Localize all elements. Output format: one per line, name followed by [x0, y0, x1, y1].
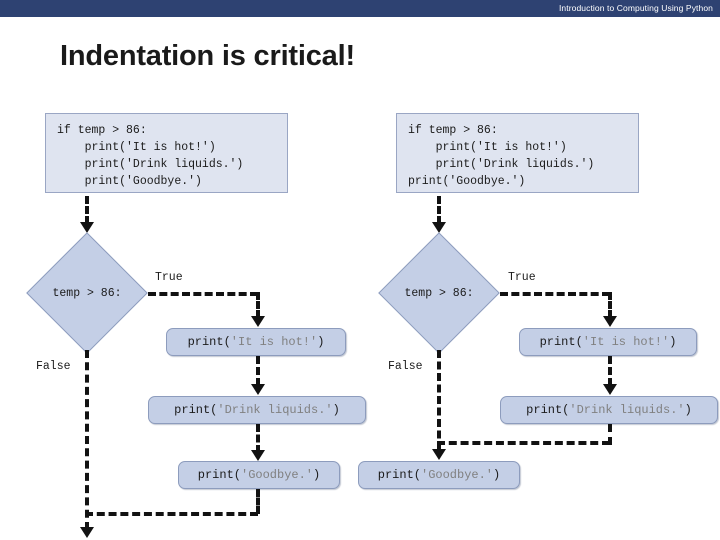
- node-arg-text: 'It is hot!': [582, 335, 670, 349]
- node-close-text: ): [317, 335, 325, 349]
- process-node-print-goodbye-left: print('Goodbye.'): [178, 461, 340, 489]
- arrowhead-into-node2-right: [603, 384, 617, 395]
- connector-code-to-decision-right: [437, 196, 441, 224]
- process-node-print-drink-left: print('Drink liquids.'): [148, 396, 366, 424]
- header-title: Introduction to Computing Using Python: [558, 3, 713, 13]
- node-call-text: print(: [526, 403, 570, 417]
- connector-node1-to-node2-left: [256, 356, 260, 386]
- branch-label-false-right: False: [388, 360, 423, 373]
- connector-merge-horizontal-right: [437, 441, 610, 445]
- connector-false-vertical-left: [85, 350, 89, 530]
- node-close-text: ): [669, 335, 677, 349]
- arrowhead-into-node1-left: [251, 316, 265, 327]
- node-call-text: print(: [377, 468, 421, 482]
- connector-false-vertical-right: [437, 350, 441, 450]
- connector-true-vertical-left: [256, 292, 260, 318]
- connector-node1-to-node2-right: [608, 356, 612, 386]
- node-close-text: ): [332, 403, 340, 417]
- arrowhead-into-node2-left: [251, 384, 265, 395]
- node-close-text: ): [684, 403, 692, 417]
- node-arg-text: 'It is hot!': [230, 335, 318, 349]
- connector-true-horizontal-left: [148, 292, 258, 296]
- arrowhead-into-node3-right: [432, 449, 446, 460]
- connector-node2-to-node3-left: [256, 424, 260, 453]
- node-arg-text: 'Goodbye.': [421, 468, 494, 482]
- node-call-text: print(: [539, 335, 583, 349]
- process-node-print-drink-right: print('Drink liquids.'): [500, 396, 718, 424]
- node-close-text: ): [313, 468, 321, 482]
- connector-node3-down-left: [256, 489, 260, 514]
- connector-true-vertical-right: [608, 292, 612, 318]
- process-node-print-hot-right: print('It is hot!'): [519, 328, 697, 356]
- page-title: Indentation is critical!: [60, 40, 355, 72]
- connector-merge-horizontal-left: [85, 512, 258, 516]
- branch-label-false-left: False: [36, 360, 71, 373]
- branch-label-true-right: True: [508, 271, 536, 284]
- node-arg-text: 'Drink liquids.': [217, 403, 333, 417]
- arrowhead-into-node3-left: [251, 450, 265, 461]
- code-block-right: if temp > 86: print('It is hot!') print(…: [396, 113, 639, 193]
- connector-code-to-decision-left: [85, 196, 89, 224]
- node-close-text: ): [493, 468, 501, 482]
- node-call-text: print(: [197, 468, 241, 482]
- code-block-left: if temp > 86: print('It is hot!') print(…: [45, 113, 288, 193]
- branch-label-true-left: True: [155, 271, 183, 284]
- decision-label-left: temp > 86:: [52, 287, 122, 300]
- node-call-text: print(: [174, 403, 218, 417]
- arrowhead-exit-left: [80, 527, 94, 538]
- node-arg-text: 'Drink liquids.': [569, 403, 685, 417]
- process-node-print-goodbye-right: print('Goodbye.'): [358, 461, 520, 489]
- node-arg-text: 'Goodbye.': [241, 468, 314, 482]
- node-call-text: print(: [187, 335, 231, 349]
- decision-label-right: temp > 86:: [404, 287, 474, 300]
- connector-true-horizontal-right: [500, 292, 610, 296]
- process-node-print-hot-left: print('It is hot!'): [166, 328, 346, 356]
- arrowhead-into-node1-right: [603, 316, 617, 327]
